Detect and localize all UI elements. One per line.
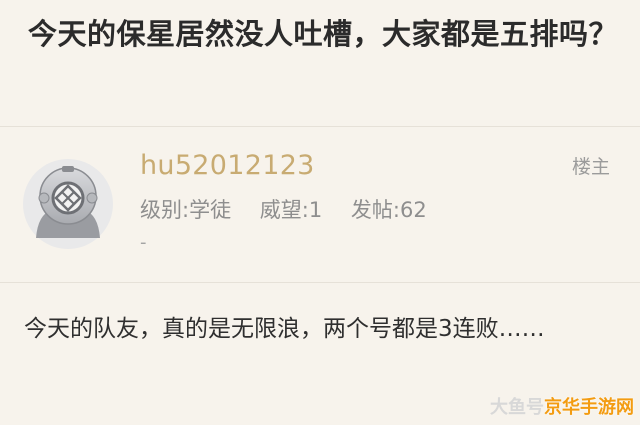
thread-title: 今天的保星居然没人吐槽，大家都是五排吗？ (28, 17, 619, 51)
diving-helmet-avatar-icon[interactable] (22, 158, 114, 250)
author-username[interactable]: hu52012123 (140, 150, 315, 181)
author-post-count: 发帖:62 (350, 198, 427, 222)
post-divider (0, 282, 640, 283)
author-extra: - (140, 232, 147, 253)
author-prestige: 威望:1 (259, 198, 323, 222)
watermark-left: 大鱼号 (490, 397, 544, 418)
post-author-header: hu52012123 楼主 级别:学徒 威望:1 发帖:62 - (0, 128, 640, 280)
floor-badge: 楼主 (571, 156, 610, 178)
author-level: 级别:学徒 (140, 198, 232, 222)
site-watermark: 大鱼号京华手游网 (490, 393, 634, 419)
post-body-text: 今天的队友，真的是无限浪，两个号都是3连败…… (24, 316, 545, 342)
watermark-right: 京华手游网 (544, 397, 634, 418)
author-stats: 级别:学徒 威望:1 发帖:62 (140, 194, 449, 224)
title-divider (0, 126, 640, 127)
